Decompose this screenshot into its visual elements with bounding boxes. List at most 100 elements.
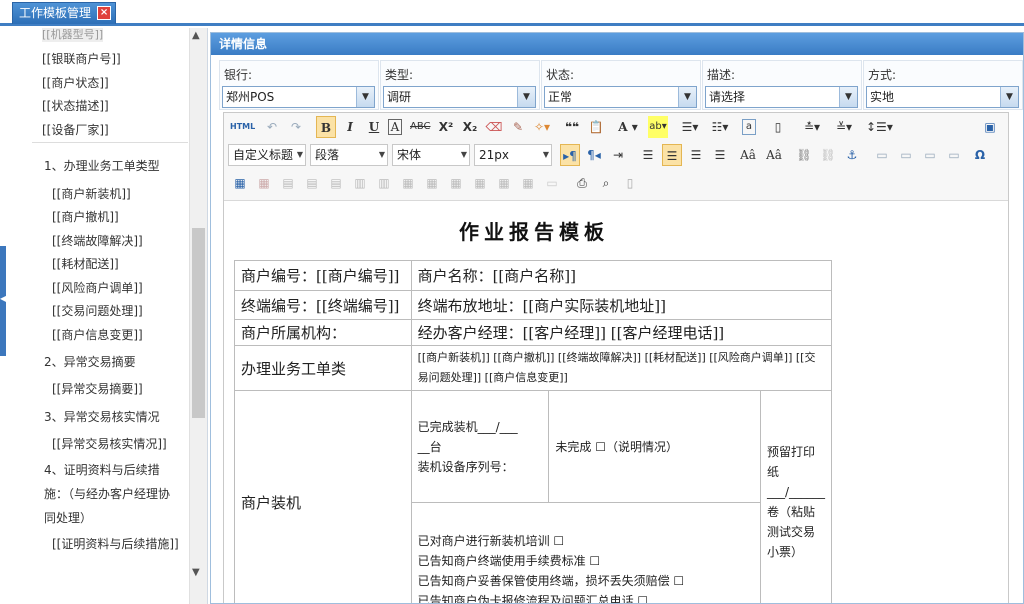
image-none-icon[interactable]: ▭	[872, 144, 892, 166]
sidebar-field[interactable]: [[商户状态]]	[42, 74, 109, 91]
undo-icon[interactable]: ↶	[262, 116, 282, 138]
bold-icon[interactable]: B	[316, 116, 336, 138]
dropdown-arrow-icon[interactable]: ▼	[517, 87, 535, 107]
dropdown-arrow-icon[interactable]: ▼	[1000, 87, 1018, 107]
table-caption-icon[interactable]: ▤	[278, 172, 298, 194]
lowercase-icon[interactable]: Aâ	[764, 144, 784, 166]
align-left-icon[interactable]: ☰	[638, 144, 658, 166]
format-brush-icon[interactable]: ✎	[508, 116, 528, 138]
redo-icon[interactable]: ↷	[286, 116, 306, 138]
type-select[interactable]: 调研 ▼	[383, 86, 536, 108]
font-color-icon[interactable]: A ▾	[618, 116, 638, 138]
sidebar-field[interactable]: [[状态描述]]	[42, 97, 109, 114]
select-value: 实地	[870, 90, 895, 104]
dropdown-arrow-icon[interactable]: ▼	[356, 87, 374, 107]
status-select[interactable]: 正常 ▼	[544, 86, 697, 108]
sidebar-field-cut[interactable]: [[机器型号]]	[42, 28, 104, 42]
sidebar-field[interactable]: [[耗材配送]]	[52, 255, 119, 272]
description-select[interactable]: 请选择 ▼	[705, 86, 858, 108]
special-char-icon[interactable]: Ω	[970, 144, 990, 166]
merge-down-icon[interactable]: ▦	[446, 172, 466, 194]
link-icon[interactable]: ⛓	[794, 144, 814, 166]
dropdown-arrow-icon[interactable]: ▼	[678, 87, 696, 107]
sidebar-field[interactable]: [[异常交易摘要]]	[52, 380, 143, 397]
sidebar-scrollbar[interactable]: ▲ ▼	[189, 28, 207, 604]
sidebar-field[interactable]: [[终端故障解决]]	[52, 232, 143, 249]
html-source-icon[interactable]: HTML	[230, 116, 255, 138]
insert-table-icon[interactable]: ▦	[230, 172, 250, 194]
uppercase-icon[interactable]: Aâ	[738, 144, 758, 166]
sidebar-field[interactable]: [[商户撤机]]	[52, 208, 119, 225]
merge-cells-icon[interactable]: ▦	[398, 172, 418, 194]
anchor-icon[interactable]: ⚓	[842, 144, 862, 166]
checklist-item: 已告知商户伪卡报修流程及问题汇总电话 ☐	[417, 594, 649, 604]
insert-row-icon[interactable]: ▤	[302, 172, 322, 194]
paste-plain-icon[interactable]: 📋	[586, 116, 606, 138]
superscript-icon[interactable]: X²	[436, 116, 456, 138]
ltr-icon[interactable]: ▸¶	[560, 144, 580, 166]
delete-row-icon[interactable]: ▤	[326, 172, 346, 194]
divider	[32, 142, 188, 143]
select-all-icon[interactable]: a	[742, 119, 756, 135]
unlink-icon[interactable]: ⛓	[818, 144, 838, 166]
sidebar-field[interactable]: [[商户信息变更]]	[52, 326, 143, 343]
split-cols-icon[interactable]: ▦	[518, 172, 538, 194]
print-icon[interactable]: ⎙	[572, 172, 592, 194]
editor-document[interactable]: 作业报告模板 商户编号：[[商户编号]] 商户名称：[[商户名称]] 终端编号：…	[224, 202, 1008, 604]
row-spacing-bottom-icon[interactable]: ≚▾	[834, 116, 854, 138]
collapse-sidebar-handle[interactable]: ◀	[0, 246, 6, 356]
ordered-list-icon[interactable]: ☰▾	[680, 116, 700, 138]
fullscreen-icon[interactable]: ▣	[980, 116, 1000, 138]
paragraph-dropdown[interactable]: 段落 ▼	[310, 144, 388, 166]
row-spacing-top-icon[interactable]: ≛▾	[802, 116, 822, 138]
split-cells-icon[interactable]: ▦	[470, 172, 490, 194]
scroll-thumb[interactable]	[192, 228, 205, 418]
unordered-list-icon[interactable]: ☷▾	[710, 116, 730, 138]
sidebar-field[interactable]: [[商户新装机]]	[52, 185, 131, 202]
align-justify-icon[interactable]: ☰	[710, 144, 730, 166]
font-family-dropdown[interactable]: 宋体 ▼	[392, 144, 470, 166]
strikethrough-icon[interactable]: ABC	[410, 116, 431, 138]
align-center-icon[interactable]: ☰	[662, 144, 682, 166]
dropdown-arrow-icon[interactable]: ▼	[839, 87, 857, 107]
close-icon[interactable]: ×	[97, 6, 112, 20]
border-text-icon[interactable]: A	[388, 119, 402, 135]
sidebar-field[interactable]: [[证明资料与后续措施]]	[52, 532, 182, 556]
sidebar-field[interactable]: [[设备厂家]]	[42, 121, 109, 138]
underline-icon[interactable]: U	[364, 116, 384, 138]
preview-icon[interactable]: ▯	[620, 172, 640, 194]
sidebar-field[interactable]: [[异常交易核实情况]]	[52, 435, 167, 452]
bank-select[interactable]: 郑州POS ▼	[222, 86, 375, 108]
insert-col-icon[interactable]: ▥	[350, 172, 370, 194]
line-height-icon[interactable]: ↕☰▾	[866, 116, 893, 138]
sidebar-field[interactable]: [[交易问题处理]]	[52, 302, 143, 319]
sidebar-field[interactable]: [[银联商户号]]	[42, 50, 121, 67]
clear-doc-icon[interactable]: ▯	[768, 116, 788, 138]
chevron-up-icon[interactable]: ▲	[192, 30, 200, 41]
image-right-icon[interactable]: ▭	[920, 144, 940, 166]
indent-icon[interactable]: ⇥	[608, 144, 628, 166]
blockquote-icon[interactable]: ❝❝	[562, 116, 582, 138]
chevron-down-icon[interactable]: ▼	[192, 567, 200, 578]
split-rows-icon[interactable]: ▦	[494, 172, 514, 194]
font-size-dropdown[interactable]: 21px ▼	[474, 144, 552, 166]
delete-col-icon[interactable]: ▥	[374, 172, 394, 194]
image-left-icon[interactable]: ▭	[896, 144, 916, 166]
search-replace-icon[interactable]: ⌕	[596, 172, 616, 194]
image-center-icon[interactable]: ▭	[944, 144, 964, 166]
italic-icon[interactable]: I	[340, 116, 360, 138]
merge-right-icon[interactable]: ▦	[422, 172, 442, 194]
sidebar-field[interactable]: [[风险商户调单]]	[52, 279, 143, 296]
heading-style-dropdown[interactable]: 自定义标题 ▼	[228, 144, 306, 166]
subscript-icon[interactable]: X₂	[460, 116, 480, 138]
tab-label: 工作模板管理	[19, 6, 92, 20]
tab-work-template-management[interactable]: 工作模板管理 ×	[12, 2, 117, 24]
method-select[interactable]: 实地 ▼	[866, 86, 1019, 108]
paste-table-icon[interactable]: ▭	[542, 172, 562, 194]
eraser-icon[interactable]: ⌫	[484, 116, 504, 138]
align-right-icon[interactable]: ☰	[686, 144, 706, 166]
rtl-icon[interactable]: ¶◂	[584, 144, 604, 166]
auto-format-icon[interactable]: ✧▾	[532, 116, 552, 138]
highlight-icon[interactable]: ab▾	[648, 116, 668, 138]
delete-table-icon[interactable]: ▦	[254, 172, 274, 194]
